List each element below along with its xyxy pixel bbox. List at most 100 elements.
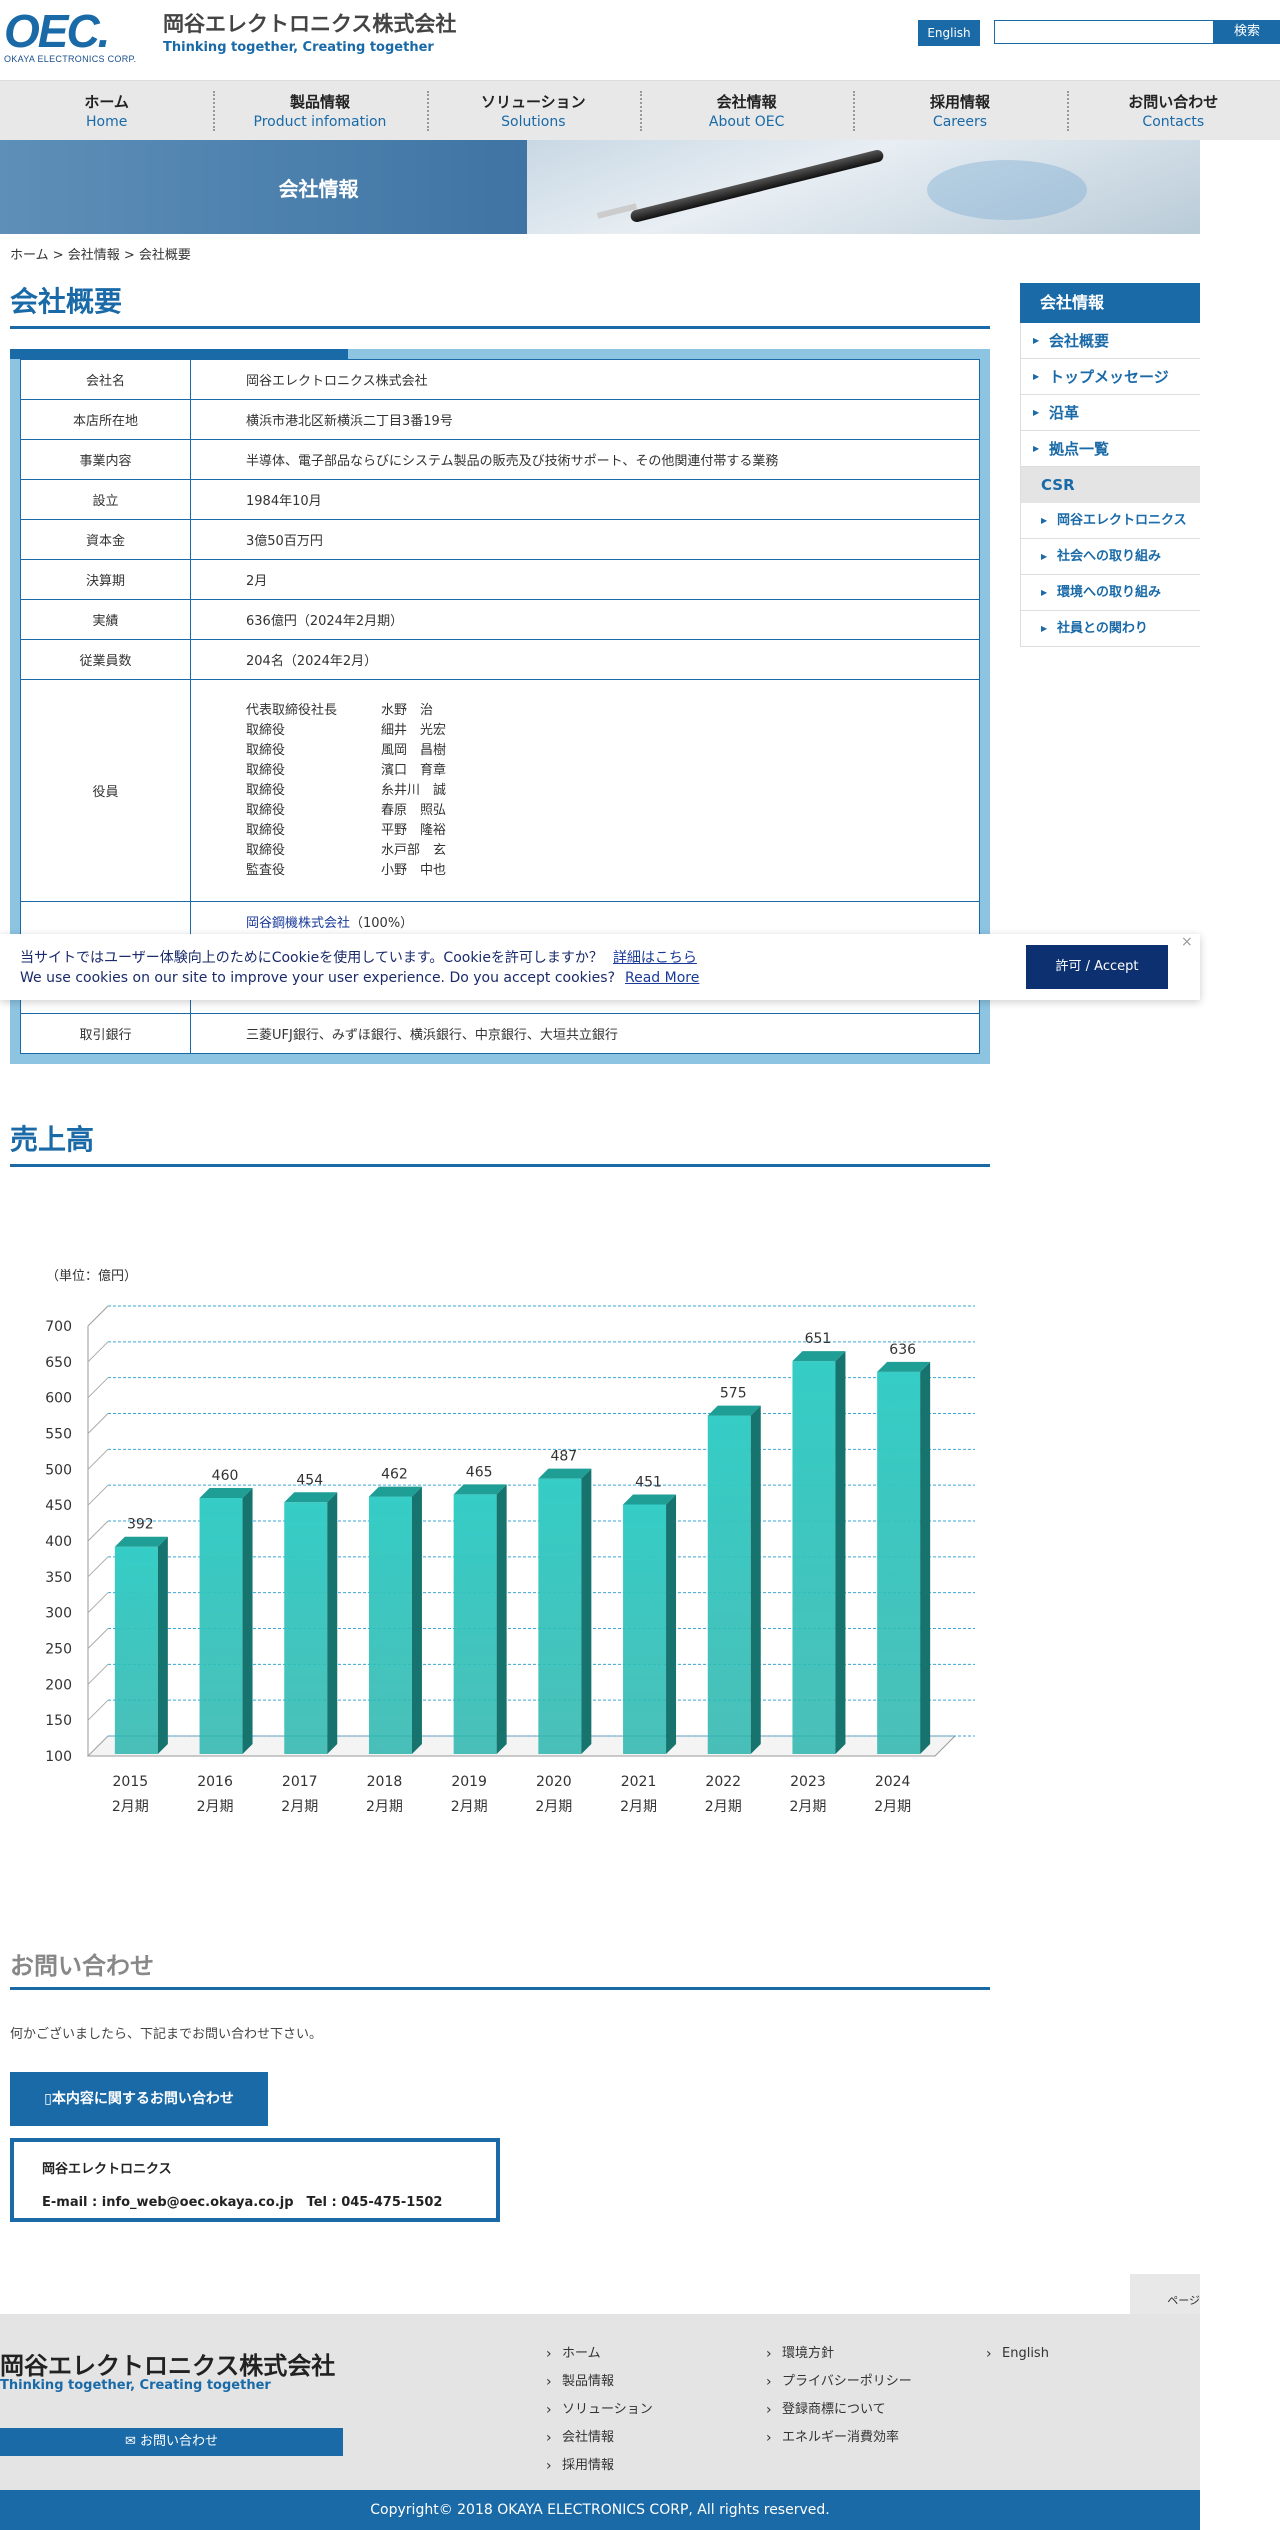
sidebar-item-label: 拠点一覧 <box>1049 440 1110 458</box>
copyright: Copyright© 2018 OKAYA ELECTRONICS CORP, … <box>0 2490 1200 2530</box>
nav-item-about[interactable]: 会社情報 About OEC <box>639 81 853 140</box>
footer-link[interactable]: エネルギー消費効率 <box>766 2424 912 2452</box>
nav-item-contacts[interactable]: お問い合わせ Contacts <box>1066 81 1280 140</box>
row-label: 取引銀行 <box>20 1013 191 1054</box>
footer-links-col3: English <box>986 2340 1049 2368</box>
table-row: 実績 636億円（2024年2月期） <box>20 599 980 640</box>
cookie-accept-button[interactable]: 許可 / Accept <box>1026 945 1168 989</box>
sidebar-item-label: 会社概要 <box>1049 332 1110 350</box>
officer-role: 取締役 <box>246 722 286 738</box>
grid-diag <box>87 1663 109 1685</box>
footer-link[interactable]: 製品情報 <box>546 2368 653 2396</box>
bar-side <box>411 1486 422 1754</box>
nav-label-en: Solutions <box>501 114 566 130</box>
english-button[interactable]: English <box>918 20 980 46</box>
y-tick-label: 200 <box>45 1677 72 1693</box>
x-tick-sublabel: 2月期 <box>789 1799 826 1815</box>
search-button[interactable]: 検索 <box>1214 20 1280 44</box>
nav-item-careers[interactable]: 採用情報 Careers <box>853 81 1066 140</box>
contact-text: 何かございましたら、下記までお問い合わせ下さい。 <box>10 2027 323 2042</box>
contact-inquiry-button[interactable]: ▯本内容に関するお問い合わせ <box>10 2072 268 2126</box>
bar-side <box>157 1536 168 1754</box>
bar-value-label: 651 <box>805 1331 832 1347</box>
contact-company: 岡谷エレクトロニクス <box>42 2162 172 2177</box>
y-tick-label: 700 <box>45 1319 72 1335</box>
x-tick-label: 2021 <box>621 1774 657 1790</box>
row-label: 事業内容 <box>20 439 191 480</box>
cookie-text: 当サイトではユーザー体験向上のためにCookieを使用しています。Cookieを… <box>20 948 699 988</box>
footer-company-name: 岡谷エレクトロニクス株式会社 <box>0 2352 336 2380</box>
officer-name: 細井 光宏 <box>381 722 447 738</box>
footer-link[interactable]: 登録商標について <box>766 2396 912 2424</box>
nav-label-ja: 製品情報 <box>289 93 350 111</box>
footer-link[interactable]: 会社情報 <box>546 2424 653 2452</box>
page-top-button[interactable]: ページ <box>1130 2274 1200 2314</box>
sidebar-csr-item[interactable]: 社会への取り組み <box>1020 539 1200 575</box>
sidebar-item-locations[interactable]: 拠点一覧 <box>1020 431 1200 467</box>
cookie-banner: 当サイトではユーザー体験向上のためにCookieを使用しています。Cookieを… <box>0 934 1200 1000</box>
logo[interactable]: OEC. OKAYA ELECTRONICS CORP. <box>4 8 150 64</box>
sidebar-item-label: 岡谷エレクトロニクス <box>1057 513 1187 528</box>
row-value: 三菱UFJ銀行、みずほ銀行、横浜銀行、中京銀行、大垣共立銀行 <box>190 1013 980 1054</box>
bar-value-label: 487 <box>550 1449 577 1465</box>
sidebar-item-overview[interactable]: 会社概要 <box>1020 323 1200 359</box>
cookie-read-more-link[interactable]: Read More <box>625 970 699 986</box>
sidebar-heading[interactable]: 会社情報 <box>1020 283 1200 323</box>
sidebar-csr-item[interactable]: 社員との関わり <box>1020 611 1200 647</box>
footer-link[interactable]: ソリューション <box>546 2396 653 2424</box>
row-label: 決算期 <box>20 559 191 600</box>
officer-row: 代表取締役社長 水野 治 <box>246 701 969 721</box>
officer-name: 糸井川 誠 <box>381 782 447 798</box>
x-tick-label: 2020 <box>536 1774 572 1790</box>
footer-link[interactable]: 環境方針 <box>766 2340 912 2368</box>
x-tick-sublabel: 2月期 <box>112 1799 149 1815</box>
nav-item-home[interactable]: ホーム Home <box>0 81 213 140</box>
footer-tagline: Thinking together, Creating together <box>0 2378 271 2393</box>
bar-value-label: 392 <box>127 1517 154 1533</box>
sidebar-csr-item[interactable]: 岡谷エレクトロニクス <box>1020 503 1200 539</box>
table-row: 設立 1984年10月 <box>20 479 980 520</box>
nav-item-solutions[interactable]: ソリューション Solutions <box>426 81 640 140</box>
table-row: 取引銀行 三菱UFJ銀行、みずほ銀行、横浜銀行、中京銀行、大垣共立銀行 <box>20 1013 980 1054</box>
footer-links-col1: ホーム 製品情報 ソリューション 会社情報 採用情報 <box>546 2340 653 2480</box>
x-tick-label: 2018 <box>367 1774 403 1790</box>
page-banner: 会社情報 <box>0 140 1200 234</box>
officer-row: 取締役 春原 照弘 <box>246 801 969 821</box>
search-input[interactable] <box>994 20 1214 44</box>
footer-link[interactable]: プライバシーポリシー <box>766 2368 912 2396</box>
shareholder-link[interactable]: 岡谷鋼機株式会社 <box>246 916 350 931</box>
shareholder-percent: （100%） <box>350 916 414 931</box>
row-value: 636億円（2024年2月期） <box>190 599 980 640</box>
grid-diag <box>87 1305 109 1327</box>
sidebar-item-label: 環境への取り組み <box>1057 585 1162 600</box>
breadcrumb[interactable]: ホーム > 会社情報 > 会社概要 <box>10 244 191 263</box>
x-tick-sublabel: 2月期 <box>535 1799 572 1815</box>
officer-row: 取締役 濱口 育章 <box>246 761 969 781</box>
footer-link[interactable]: English <box>986 2340 1049 2368</box>
row-value: 2月 <box>190 559 980 600</box>
y-tick-label: 150 <box>45 1713 72 1729</box>
cookie-details-link[interactable]: 詳細はこちら <box>613 950 697 966</box>
sidebar-item-message[interactable]: トップメッセージ <box>1020 359 1200 395</box>
company-name: 岡谷エレクトロニクス株式会社 <box>163 12 457 36</box>
sidebar-csr-item[interactable]: 環境への取り組み <box>1020 575 1200 611</box>
officer-name: 濱口 育章 <box>381 762 447 778</box>
footer-contact-button[interactable]: ✉ お問い合わせ <box>0 2428 343 2456</box>
footer-link[interactable]: 採用情報 <box>546 2452 653 2480</box>
officer-role: 監査役 <box>246 862 286 878</box>
officer-role: 代表取締役社長 <box>246 702 338 718</box>
close-icon[interactable]: × <box>1181 934 1193 950</box>
officer-row: 取締役 平野 隆裕 <box>246 821 969 841</box>
logo-subtitle: OKAYA ELECTRONICS CORP. <box>4 54 137 64</box>
banner-chart-graphic <box>927 160 1087 220</box>
sidebar-csr-heading[interactable]: CSR <box>1020 467 1200 503</box>
row-label: 実績 <box>20 599 191 640</box>
nav-item-products[interactable]: 製品情報 Product infomation <box>213 81 426 140</box>
sidebar-item-history[interactable]: 沿革 <box>1020 395 1200 431</box>
footer-link[interactable]: ホーム <box>546 2340 653 2368</box>
bar-side <box>666 1494 677 1754</box>
contact-info-box: 岡谷エレクトロニクス E-mail : info_web@oec.okaya.c… <box>10 2138 500 2222</box>
x-tick-label: 2017 <box>282 1774 318 1790</box>
x-tick-sublabel: 2月期 <box>620 1799 657 1815</box>
bar-side <box>750 1405 761 1754</box>
